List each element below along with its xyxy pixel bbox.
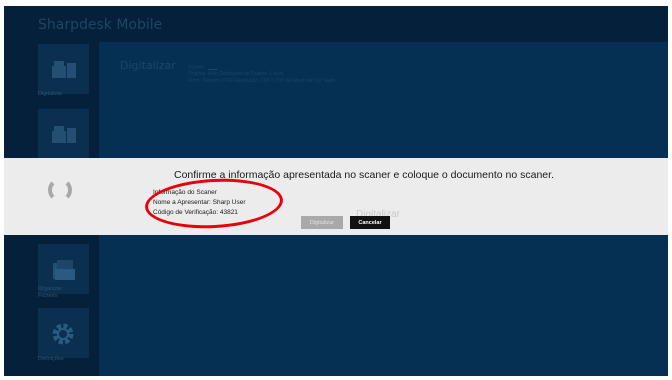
nav-tile-scan-2[interactable] [38, 109, 89, 159]
scanner-line[interactable]: Scaner [188, 64, 335, 71]
red-highlight-ellipse [143, 175, 285, 232]
folder-icon [53, 260, 75, 280]
scan-button[interactable]: Digitalizar [301, 216, 343, 229]
progress-spinner-icon [48, 178, 72, 202]
settings-line-2: Form. Ficheiro: PDF Resolução: 200 X 200… [188, 78, 335, 85]
scan-settings-summary: Scaner Original: Auto Definições de Dupl… [188, 64, 335, 85]
page-heading: Digitalizar [120, 59, 176, 72]
scanner-label: Scaner [188, 64, 204, 71]
app-window: Sharpdesk Mobile Digitalizar Organizar F… [4, 6, 668, 376]
confirm-dialog: Confirme a informação apresentada no sca… [4, 158, 668, 235]
gear-icon [52, 323, 74, 345]
nav-label-organize: Organizar Ficheiro [38, 286, 63, 299]
scanner-select-icon [207, 64, 218, 70]
cancel-button[interactable]: Cancelar [350, 216, 390, 229]
settings-line-1: Original: Auto Definições de Duplex: 1-f… [188, 71, 284, 78]
scanner-icon [52, 126, 76, 143]
app-title: Sharpdesk Mobile [38, 17, 163, 33]
nav-tile-settings[interactable] [38, 308, 89, 358]
nav-label-scan: Digitalizar [38, 91, 63, 97]
nav-label-settings: Definições [38, 356, 64, 362]
nav-tile-scan[interactable] [38, 44, 89, 94]
scanner-icon [52, 61, 76, 78]
